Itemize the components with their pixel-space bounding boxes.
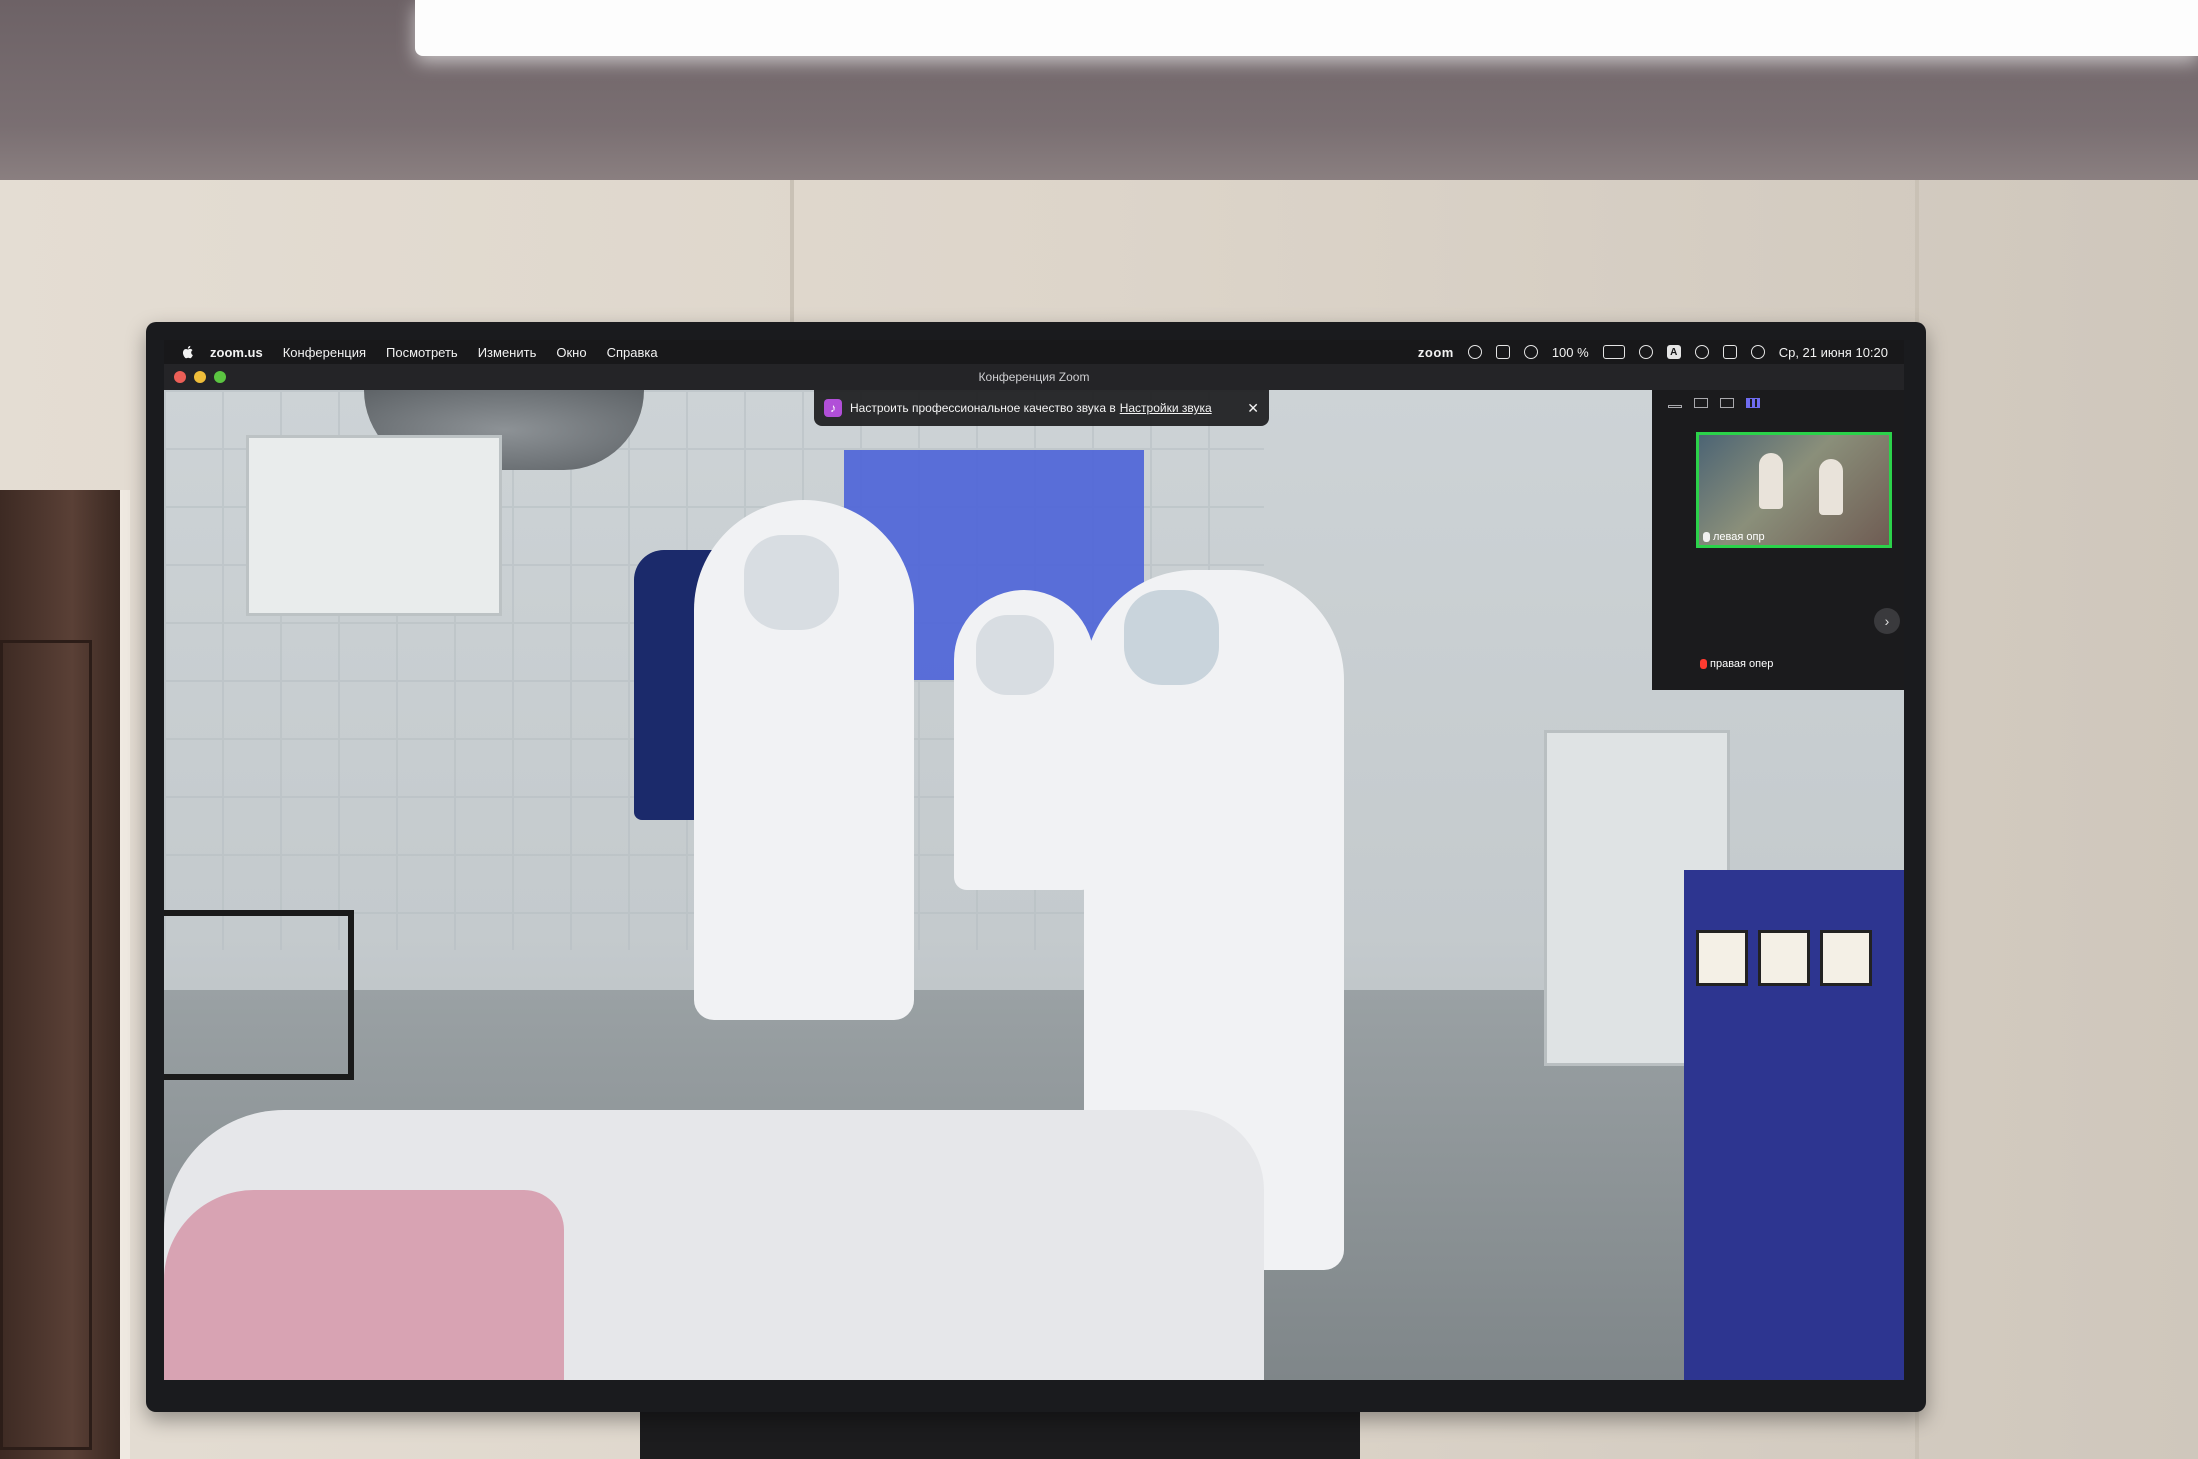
menu-bar-status: zoom 100 % A Ср, 21 июня 10:20 (1418, 340, 1888, 364)
gallery-panel: левая опр правая опер › (1652, 390, 1904, 690)
participant-label: левая опр (1703, 531, 1765, 543)
video-equipment-display (1758, 930, 1810, 986)
main-video[interactable]: ♪ Настроить профессиональное качество зв… (164, 390, 1904, 1380)
window-title-bar: Конференция Zoom (164, 364, 1904, 390)
speaker-view-icon[interactable] (1720, 398, 1734, 408)
battery-percent: 100 % (1551, 344, 1589, 360)
wifi-icon[interactable] (1638, 345, 1653, 359)
menu-edit[interactable]: Изменить (478, 345, 537, 360)
audio-quality-notification: ♪ Настроить профессиональное качество зв… (814, 390, 1269, 426)
microphone-icon (1703, 532, 1710, 542)
menu-window[interactable]: Окно (556, 345, 586, 360)
participant-name: левая опр (1713, 531, 1765, 543)
windows-icon[interactable] (1495, 345, 1510, 359)
participant-thumbnail-figure (1819, 459, 1843, 515)
monitor: zoom.us Конференция Посмотреть Изменить … (146, 322, 1926, 1412)
screen: zoom.us Конференция Посмотреть Изменить … (164, 340, 1904, 1380)
participant-name: правая опер (1710, 658, 1774, 670)
menu-help[interactable]: Справка (607, 345, 658, 360)
menu-bar: zoom.us Конференция Посмотреть Изменить … (164, 340, 1904, 364)
gallery-view-icon[interactable] (1746, 398, 1760, 408)
thumbnail-view-icon[interactable] (1694, 398, 1708, 408)
participant-tile-active-speaker[interactable]: левая опр (1696, 432, 1892, 548)
video-chair (164, 910, 354, 1080)
control-center-icon[interactable] (1722, 345, 1737, 359)
video-nurse-mask (976, 615, 1054, 695)
participant-thumbnail-figure (1759, 453, 1783, 509)
apple-icon[interactable] (180, 344, 196, 360)
close-icon[interactable]: ✕ (1233, 400, 1259, 417)
search-icon[interactable] (1694, 345, 1709, 359)
input-source-icon[interactable]: A (1666, 345, 1681, 359)
window-title: Конференция Zoom (978, 370, 1090, 384)
participant-label: правая опер (1700, 658, 1773, 670)
video-equipment-tower (1684, 870, 1904, 1380)
menu-conference[interactable]: Конференция (283, 345, 366, 360)
notification-text: Настроить профессиональное качество звук… (850, 401, 1116, 415)
audio-settings-link[interactable]: Настройки звука (1120, 401, 1212, 415)
clock[interactable]: Ср, 21 июня 10:20 (1779, 345, 1888, 360)
participant-tile[interactable]: правая опер (1696, 556, 1892, 676)
headphones-icon[interactable] (1467, 345, 1482, 359)
minimize-panel-icon[interactable] (1668, 405, 1682, 408)
music-note-icon: ♪ (824, 399, 842, 417)
video-equipment-display (1820, 930, 1872, 986)
video-pink-drape (164, 1190, 564, 1380)
user-icon[interactable] (1523, 345, 1538, 359)
view-controls (1668, 398, 1760, 408)
zoom-status-logo[interactable]: zoom (1418, 345, 1454, 360)
door-panel (0, 640, 92, 1450)
muted-microphone-icon (1700, 659, 1707, 669)
next-page-button[interactable]: › (1874, 608, 1900, 634)
menu-view[interactable]: Посмотреть (386, 345, 458, 360)
video-surgeon-left-mask (744, 535, 839, 630)
menu-app-name[interactable]: zoom.us (210, 345, 263, 360)
video-wall-panel (246, 435, 502, 616)
ceiling-light (415, 0, 2198, 56)
video-equipment-display (1696, 930, 1748, 986)
video-surgeon-right-mask (1124, 590, 1219, 685)
door (0, 490, 130, 1459)
siri-icon[interactable] (1750, 345, 1765, 359)
battery-icon[interactable] (1602, 345, 1625, 359)
